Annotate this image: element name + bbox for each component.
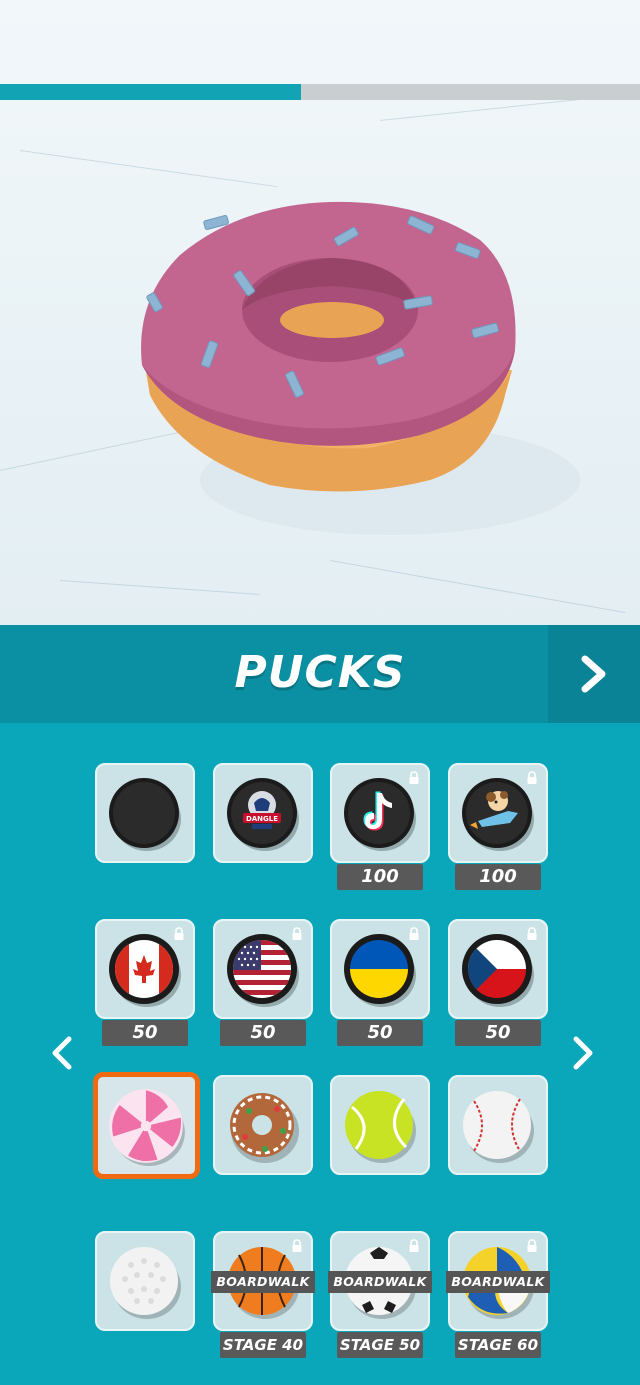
lock-icon: [292, 1239, 302, 1252]
puck-preview-area: [0, 0, 640, 625]
chevron-right-icon: [581, 655, 606, 693]
lock-icon: [174, 927, 184, 940]
lock-icon: [527, 927, 537, 940]
tiktok-puck-icon: [344, 778, 416, 851]
lock-icon: [409, 1239, 419, 1252]
ice-scratch: [59, 580, 260, 595]
lock-icon: [527, 1239, 537, 1252]
unlock-location-banner: BOARDWALK: [211, 1271, 315, 1293]
category-title: PUCKS: [234, 647, 406, 698]
chevron-right-icon: [573, 1036, 593, 1070]
dangle-puck-icon: DANGLE: [227, 778, 299, 851]
tennis-ball-icon: [345, 1091, 416, 1163]
czech-puck-icon: [462, 934, 534, 1007]
progress-bar: [0, 84, 640, 100]
canada-puck-icon: [109, 934, 181, 1007]
ukraine-puck-icon: [344, 934, 416, 1007]
puck-slot-canada-puck[interactable]: [95, 919, 195, 1019]
price-label: 100: [337, 864, 423, 890]
stage-requirement-label: STAGE 60: [455, 1332, 541, 1358]
dangle-logo-text: DANGLE: [246, 815, 278, 823]
puck-slot-dangle-puck[interactable]: DANGLE: [213, 763, 313, 863]
puck-slot-volleyball-puck[interactable]: BOARDWALK: [446, 1231, 550, 1331]
puck-slot-tennis-ball-puck[interactable]: [330, 1075, 430, 1175]
puck-slot-usa-puck[interactable]: [213, 919, 313, 1019]
chevron-left-icon: [52, 1036, 72, 1070]
lock-icon: [409, 771, 419, 784]
peppermint-candy-icon: [108, 1088, 185, 1166]
price-label: 50: [455, 1020, 541, 1046]
usa-puck-icon: [227, 934, 299, 1007]
lock-icon: [409, 927, 419, 940]
price-label: 50: [220, 1020, 306, 1046]
puck-slot-ukraine-puck[interactable]: [330, 919, 430, 1019]
puck-slot-rocket-dog-puck[interactable]: [448, 763, 548, 863]
ice-scratch: [329, 560, 626, 614]
baseball-icon: [463, 1091, 534, 1163]
stage-requirement-label: STAGE 50: [337, 1332, 423, 1358]
puck-slot-peppermint-candy-puck[interactable]: [93, 1072, 200, 1179]
unlock-location-banner: BOARDWALK: [328, 1271, 432, 1293]
next-category-button[interactable]: [548, 625, 640, 723]
puck-slot-basketball-puck[interactable]: BOARDWALK: [211, 1231, 315, 1331]
lock-icon: [292, 927, 302, 940]
puck-slot-baseball-puck[interactable]: [448, 1075, 548, 1175]
prev-page-button[interactable]: [42, 1028, 82, 1078]
puck-slot-golf-ball-puck[interactable]: [95, 1231, 195, 1331]
category-header: PUCKS: [0, 625, 640, 723]
stage-requirement-label: STAGE 40: [220, 1332, 306, 1358]
unlock-location-banner: BOARDWALK: [446, 1271, 550, 1293]
donut-puck-model: [120, 180, 580, 540]
price-label: 50: [337, 1020, 423, 1046]
price-label: 50: [102, 1020, 188, 1046]
puck-slot-czech-puck[interactable]: [448, 919, 548, 1019]
gingerbread-donut-icon: [230, 1093, 299, 1163]
lock-icon: [527, 771, 537, 784]
progress-bar-fill: [0, 84, 301, 100]
rocket-dog-puck-icon: [462, 778, 534, 851]
puck-slot-black-puck[interactable]: [95, 763, 195, 863]
next-page-button[interactable]: [563, 1028, 603, 1078]
puck-slot-soccer-ball-puck[interactable]: BOARDWALK: [328, 1231, 432, 1331]
puck-slot-gingerbread-donut-puck[interactable]: [213, 1075, 313, 1175]
black-puck-icon: [109, 778, 181, 851]
puck-slot-tiktok-puck[interactable]: [330, 763, 430, 863]
golf-ball-icon: [110, 1247, 181, 1319]
price-label: 100: [455, 864, 541, 890]
